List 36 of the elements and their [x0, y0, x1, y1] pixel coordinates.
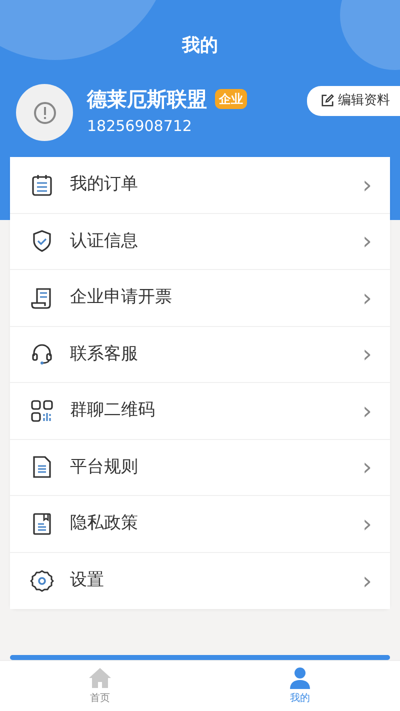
chevron-icon: ›	[362, 286, 372, 310]
menu-item[interactable]: 平台规则 ›	[10, 440, 390, 496]
home-icon	[88, 666, 112, 688]
menu-item[interactable]: 企业申请开票 ›	[10, 270, 390, 326]
alert-icon	[32, 100, 56, 124]
menu-item[interactable]: 隐私政策 ›	[10, 496, 390, 552]
enterprise-badge: 企业	[215, 89, 247, 110]
phone-number: 18256908712	[87, 116, 193, 138]
chevron-icon: ›	[362, 568, 372, 593]
menu-item[interactable]: 群聊二维码 ›	[10, 383, 390, 440]
chevron-icon: ›	[362, 342, 372, 366]
page-title: 我的	[182, 34, 218, 58]
bottom-button[interactable]	[10, 655, 390, 660]
chevron-icon: ›	[362, 229, 372, 254]
chevron-icon: ›	[362, 398, 372, 423]
qr-code-icon	[30, 398, 54, 423]
user-icon	[288, 666, 312, 688]
chevron-icon: ›	[362, 512, 372, 536]
settings-icon	[30, 568, 54, 593]
headset-icon	[30, 342, 54, 366]
bookmark-document-icon	[30, 512, 54, 536]
chevron-icon: ›	[362, 455, 372, 480]
document-icon	[30, 455, 54, 480]
tab[interactable]: 我的	[200, 661, 400, 711]
menu-item[interactable]: 联系客服 ›	[10, 326, 390, 383]
menu-item[interactable]: 设置 ›	[10, 552, 390, 609]
menu-item[interactable]: 认证信息 ›	[10, 214, 390, 270]
receipt-icon	[30, 286, 54, 310]
edit-profile-button[interactable]: 编辑资料	[307, 86, 400, 116]
edit-icon	[321, 94, 334, 108]
user-name: 德莱厄斯联盟	[87, 87, 207, 112]
menu-item[interactable]: 我的订单 ›	[10, 157, 390, 214]
calendar-icon	[30, 172, 54, 197]
tab[interactable]: 首页	[0, 661, 200, 711]
chevron-icon: ›	[362, 172, 372, 197]
shield-check-icon	[30, 229, 54, 254]
